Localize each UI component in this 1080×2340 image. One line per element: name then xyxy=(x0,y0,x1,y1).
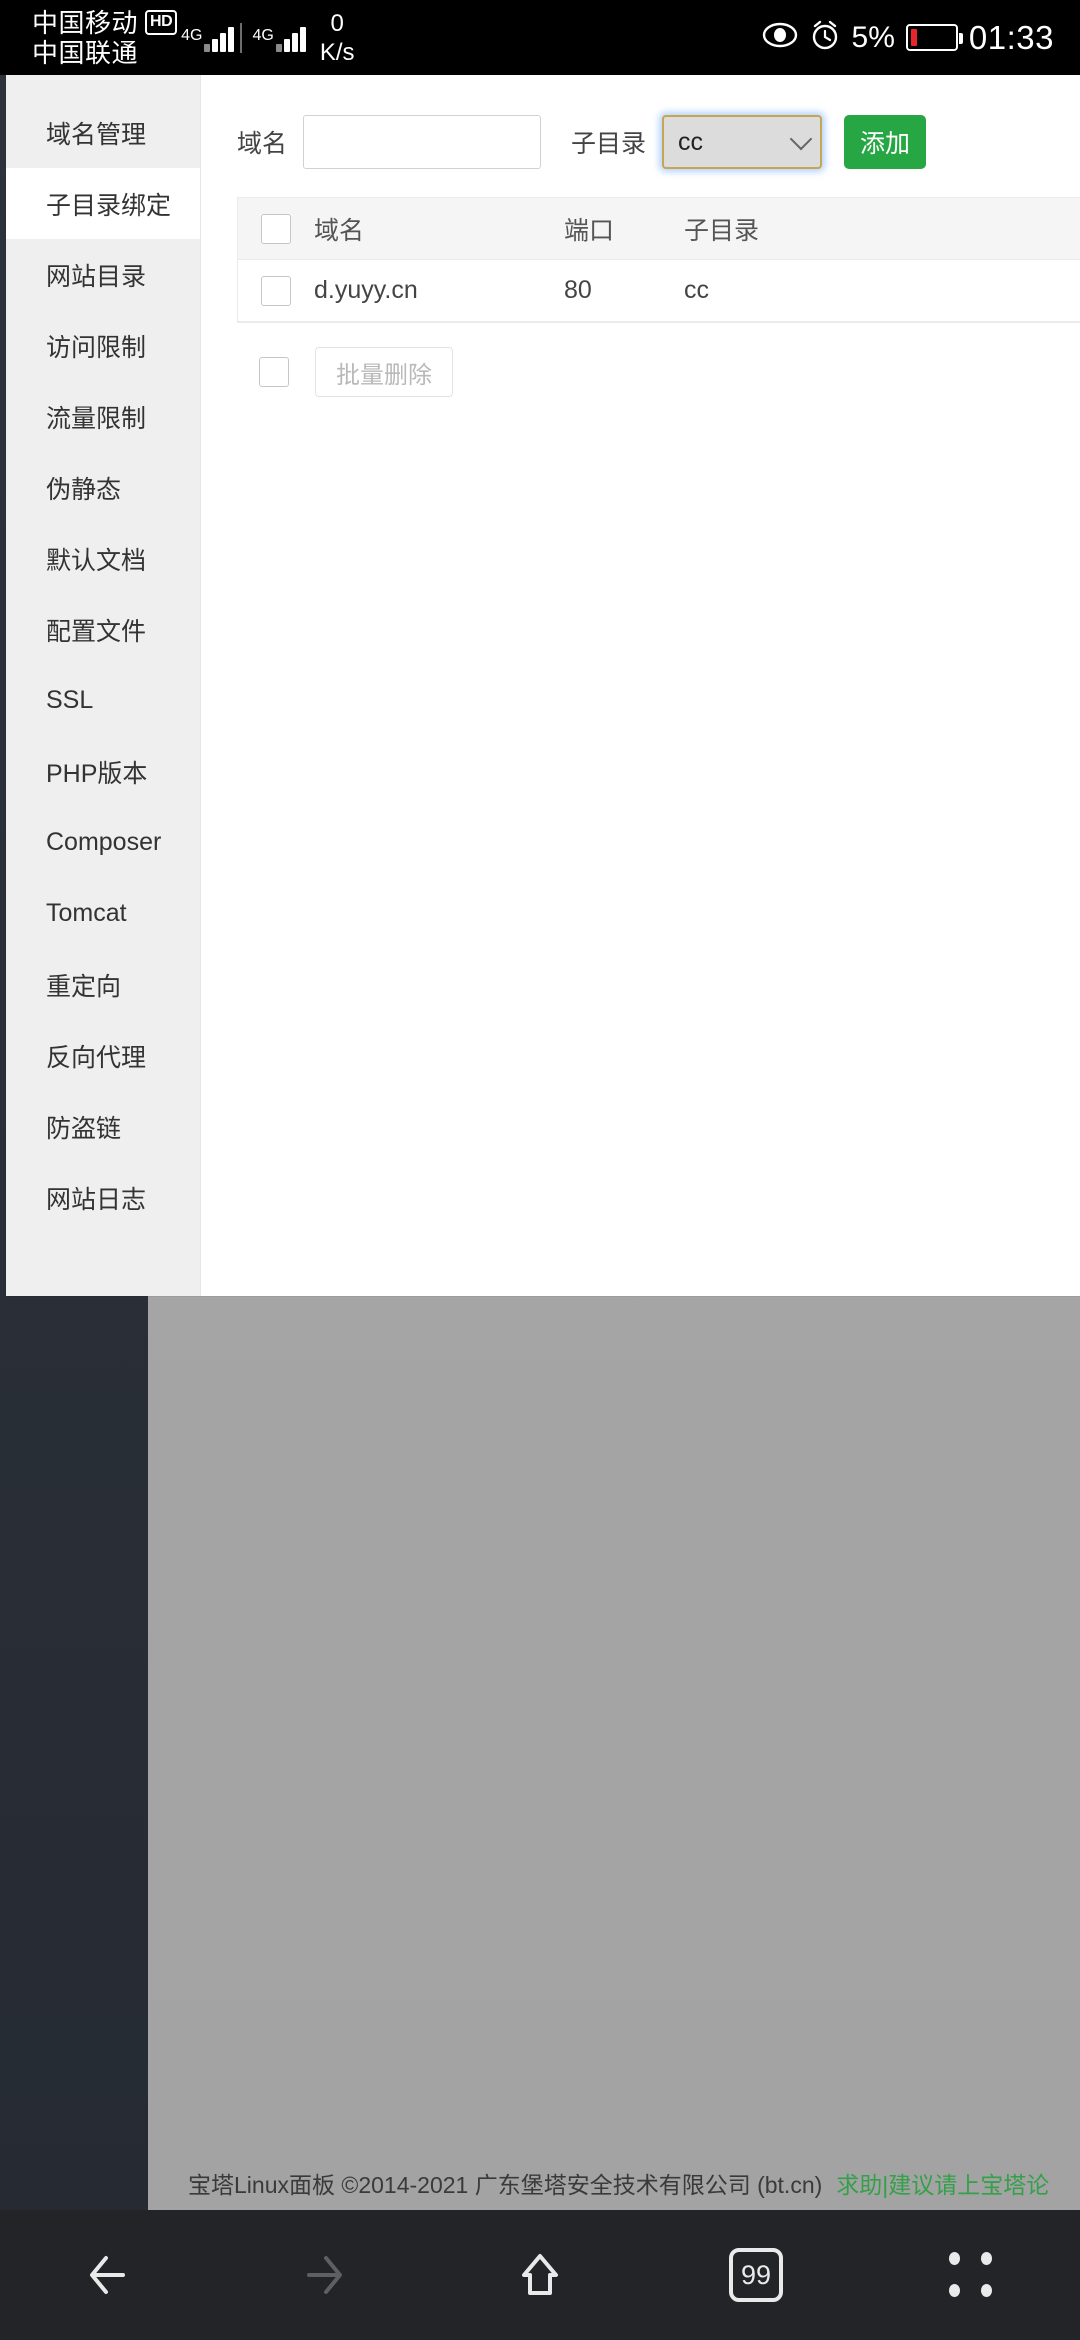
sidebar-item-anti-leech[interactable]: 防盗链 xyxy=(6,1091,200,1162)
sidebar-item-rewrite[interactable]: 伪静态 xyxy=(6,452,200,523)
back-arrow-icon xyxy=(77,2244,139,2306)
domain-field-label: 域名 xyxy=(237,130,288,158)
sidebar-item-label: 子目录绑定 xyxy=(46,191,172,220)
tabs-button[interactable]: 99 xyxy=(648,2210,864,2340)
carrier-labels: 中国移动 HD 中国联通 xyxy=(32,7,178,68)
network-speed-unit: K/s xyxy=(319,38,355,66)
sidebar-item-site-logs[interactable]: 网站日志 xyxy=(6,1162,200,1233)
sidebar-item-label: 域名管理 xyxy=(46,120,147,149)
add-button[interactable]: 添加 xyxy=(844,115,927,169)
table-row[interactable]: d.yuyy.cn 80 cc xyxy=(238,260,1080,322)
status-clock: 01:33 xyxy=(968,18,1054,56)
back-button[interactable] xyxy=(0,2210,216,2340)
bulk-select-checkbox[interactable] xyxy=(259,357,289,387)
column-header-domain: 域名 xyxy=(314,216,365,245)
sidebar-item-tomcat[interactable]: Tomcat xyxy=(6,878,200,949)
sidebar-item-label: 重定向 xyxy=(46,972,122,1001)
bulk-actions-row: 批量删除 xyxy=(237,347,1080,397)
column-header-subdir: 子目录 xyxy=(684,216,760,245)
menu-button[interactable] xyxy=(864,2210,1080,2340)
signal-sim2: 4G xyxy=(252,24,306,52)
sidebar-item-label: Tomcat xyxy=(46,899,127,927)
sidebar-item-subdir-binding[interactable]: 子目录绑定 xyxy=(6,168,200,239)
carrier-2-label: 中国联通 xyxy=(32,37,139,68)
sim-divider xyxy=(240,22,243,53)
sidebar-item-redirect[interactable]: 重定向 xyxy=(6,949,200,1020)
hd-badge-icon: HD xyxy=(145,10,178,35)
network-speed: 0 K/s xyxy=(320,9,355,67)
sidebar-item-default-doc[interactable]: 默认文档 xyxy=(6,523,200,594)
sidebar-item-traffic-limit[interactable]: 流量限制 xyxy=(6,381,200,452)
network-type-1-label: 4G xyxy=(181,26,203,44)
sidebar-item-composer[interactable]: Composer xyxy=(6,807,200,878)
network-type-2-label: 4G xyxy=(252,26,274,44)
sidebar-item-label: 流量限制 xyxy=(46,404,147,433)
sidebar-item-label: 伪静态 xyxy=(46,475,122,504)
sidebar-item-label: 反向代理 xyxy=(46,1043,147,1072)
column-header-port: 端口 xyxy=(564,216,615,245)
sidebar-item-php-version[interactable]: PHP版本 xyxy=(6,736,200,807)
select-all-checkbox[interactable] xyxy=(261,213,291,244)
site-settings-panel: 域名管理 子目录绑定 网站目录 访问限制 流量限制 伪静态 默认文档 配置文件 … xyxy=(6,75,1080,1296)
forward-arrow-icon xyxy=(293,2244,355,2306)
row-checkbox[interactable] xyxy=(261,275,291,306)
sidebar-item-label: 默认文档 xyxy=(46,546,147,575)
sidebar-item-label: Composer xyxy=(46,828,162,856)
sidebar-item-reverse-proxy[interactable]: 反向代理 xyxy=(6,1020,200,1091)
battery-icon xyxy=(905,24,963,51)
subdir-select-value: cc xyxy=(678,127,704,156)
sidebar-item-config-file[interactable]: 配置文件 xyxy=(6,594,200,665)
eye-icon xyxy=(762,22,798,53)
tab-count-badge: 99 xyxy=(729,2248,783,2302)
battery-percent-label: 5% xyxy=(851,20,895,54)
signal-bars-icon xyxy=(275,24,306,52)
sidebar-item-label: 网站目录 xyxy=(46,262,147,291)
menu-dots-icon xyxy=(948,2251,996,2299)
browser-navigation-bar: 99 xyxy=(0,2210,1080,2340)
cell-domain: d.yuyy.cn xyxy=(314,276,418,304)
sidebar-item-label: SSL xyxy=(46,686,94,714)
signal-bars-icon xyxy=(204,24,235,52)
subdir-field-label: 子目录 xyxy=(571,130,647,158)
cell-port: 80 xyxy=(564,276,592,304)
sidebar-item-label: 网站日志 xyxy=(46,1185,147,1214)
bindings-table: 域名 端口 子目录 d.yuyy.cn 80 cc xyxy=(237,197,1080,323)
home-arrow-icon xyxy=(509,2244,571,2306)
table-header-row: 域名 端口 子目录 xyxy=(238,198,1080,260)
sidebar-item-site-directory[interactable]: 网站目录 xyxy=(6,239,200,310)
signal-sim1: 4G xyxy=(181,24,235,52)
bulk-delete-button[interactable]: 批量删除 xyxy=(315,347,453,397)
forward-button[interactable] xyxy=(216,2210,432,2340)
sidebar-item-access-limit[interactable]: 访问限制 xyxy=(6,310,200,381)
carrier-1-label: 中国移动 xyxy=(32,7,139,38)
settings-sidebar: 域名管理 子目录绑定 网站目录 访问限制 流量限制 伪静态 默认文档 配置文件 … xyxy=(6,75,201,1296)
add-binding-form: 域名 子目录 cc 添加 xyxy=(237,113,1080,171)
cell-subdir: cc xyxy=(684,276,709,304)
sidebar-item-label: 访问限制 xyxy=(46,333,147,362)
home-button[interactable] xyxy=(432,2210,648,2340)
sidebar-item-label: 配置文件 xyxy=(46,617,147,646)
sidebar-item-label: 防盗链 xyxy=(46,1114,122,1143)
bt-footer: 宝塔Linux面板 ©2014-2021 广东堡塔安全技术有限公司 (bt.cn… xyxy=(148,2160,1080,2206)
select-all-cell[interactable] xyxy=(238,213,314,244)
row-select-cell[interactable] xyxy=(238,275,314,306)
footer-copyright-text: 宝塔Linux面板 ©2014-2021 广东堡塔安全技术有限公司 (bt.cn… xyxy=(188,2172,823,2198)
footer-forum-link[interactable]: 求助|建议请上宝塔论 xyxy=(836,2166,1049,2200)
android-status-bar: 中国移动 HD 中国联通 4G 4G 0 K/s 5% 01:33 xyxy=(0,0,1080,75)
network-speed-value: 0 xyxy=(330,9,344,37)
domain-input[interactable] xyxy=(303,115,542,169)
sidebar-item-label: PHP版本 xyxy=(46,759,148,788)
subdir-binding-content: 域名 子目录 cc 添加 域名 端口 子目录 d.yuyy.cn 80 cc 批… xyxy=(201,75,1080,1296)
subdir-select-wrapper[interactable]: cc xyxy=(662,115,823,169)
sidebar-item-domain-manage[interactable]: 域名管理 xyxy=(6,97,200,168)
alarm-clock-icon xyxy=(809,19,841,56)
sidebar-item-ssl[interactable]: SSL xyxy=(6,665,200,736)
